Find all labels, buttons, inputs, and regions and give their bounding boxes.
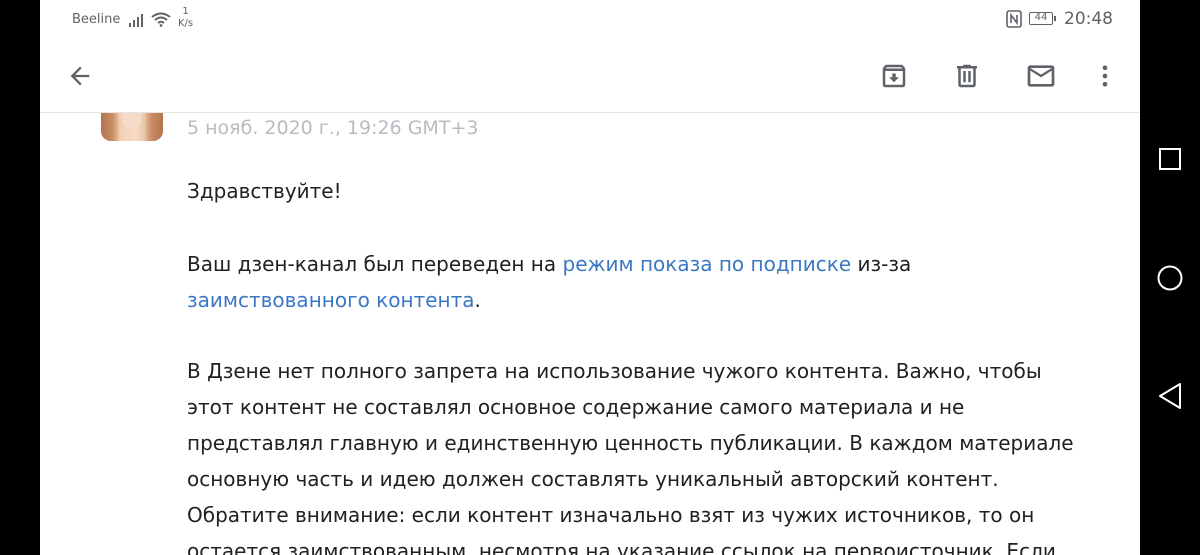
paragraph-2-line: представлял главную и единственную ценно…	[187, 431, 1074, 455]
paragraph-2-line: Обратите внимание: если контент изначаль…	[187, 503, 1035, 527]
message-date: 5 нояб. 2020 г., 19:26 GMT+3	[187, 117, 479, 139]
status-bar: Beeline 1 K/s 44 20:48	[40, 0, 1140, 40]
recent-apps-button[interactable]	[1158, 147, 1182, 171]
delete-button[interactable]	[943, 52, 991, 100]
back-button[interactable]	[56, 52, 104, 100]
more-vert-icon	[1102, 65, 1108, 87]
signal-icon	[129, 14, 143, 27]
square-icon	[1159, 148, 1181, 170]
system-back-button[interactable]	[1157, 382, 1183, 410]
sender-avatar[interactable]	[101, 113, 163, 141]
p1-text-before: Ваш дзен-канал был переведен на	[187, 252, 563, 276]
more-options-button[interactable]	[1081, 52, 1129, 100]
p1-text-mid: из-за	[851, 252, 912, 276]
email-screen: Beeline 1 K/s 44 20:48 5 нояб. 2020 г., …	[40, 0, 1140, 555]
circle-icon	[1157, 265, 1183, 291]
status-time: 20:48	[1064, 9, 1113, 29]
speed-unit: K/s	[178, 18, 194, 29]
paragraph-1-line-2: заимствованного контента.	[187, 282, 1097, 318]
subscription-mode-link[interactable]: режим показа по подписке	[563, 252, 852, 276]
paragraph-1-line-1: Ваш дзен-канал был переведен на режим по…	[187, 246, 1097, 282]
message-content: 5 нояб. 2020 г., 19:26 GMT+3 Здравствуйт…	[40, 113, 1140, 555]
network-speed: 1 K/s	[178, 6, 193, 30]
nfc-icon	[1006, 10, 1022, 28]
battery-indicator: 44	[1029, 12, 1056, 25]
paragraph-2-line: основную часть и идею должен составлять …	[187, 467, 999, 491]
message-paragraph-2: В Дзене нет полного запрета на использов…	[187, 353, 1097, 555]
message-greeting: Здравствуйте!	[187, 179, 342, 203]
archive-button[interactable]	[870, 52, 918, 100]
wifi-icon	[151, 12, 171, 27]
home-button[interactable]	[1156, 264, 1184, 292]
paragraph-2-line: В Дзене нет полного запрета на использов…	[187, 359, 1042, 383]
message-toolbar	[40, 40, 1140, 113]
archive-icon	[882, 64, 906, 88]
carrier-name: Beeline	[72, 12, 121, 27]
message-paragraph-1: Ваш дзен-канал был переведен на режим по…	[187, 246, 1097, 318]
paragraph-2-line: остается заимствованным, несмотря на ука…	[187, 539, 1056, 555]
speed-value: 1	[182, 6, 189, 17]
mark-unread-button[interactable]	[1017, 52, 1065, 100]
borrowed-content-link[interactable]: заимствованного контента	[187, 288, 475, 312]
paragraph-2-line: этот контент не составлял основное содер…	[187, 395, 965, 419]
p1-text-after: .	[474, 288, 481, 312]
mail-icon	[1027, 65, 1055, 87]
triangle-back-icon	[1159, 383, 1181, 409]
arrow-back-icon	[70, 66, 90, 86]
trash-icon	[957, 64, 977, 88]
